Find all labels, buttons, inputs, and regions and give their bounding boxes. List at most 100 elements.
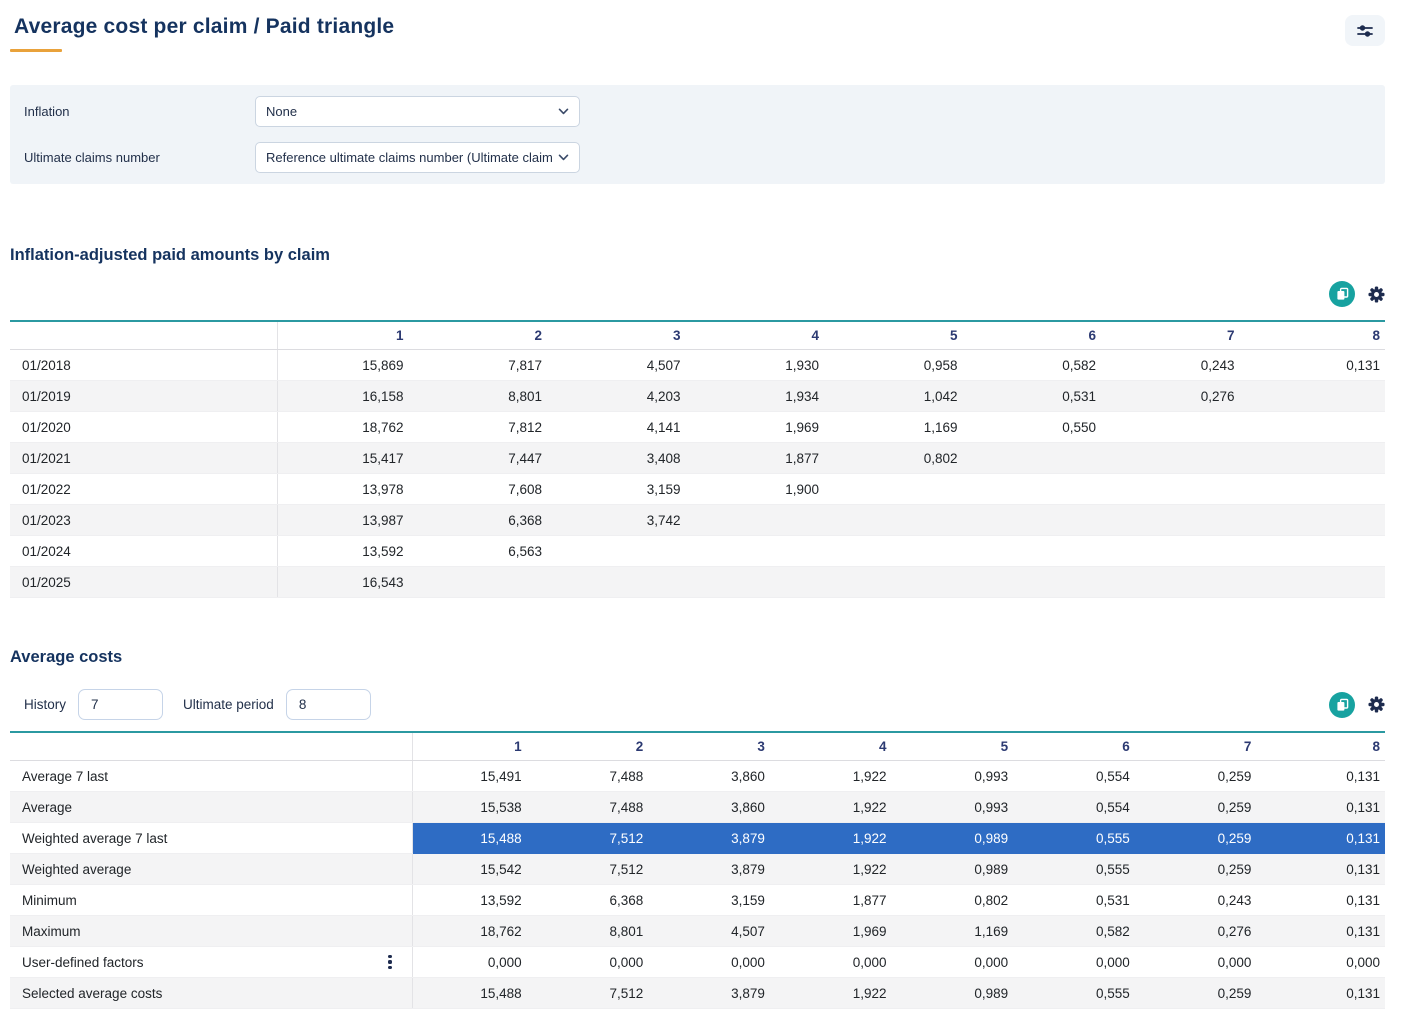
kebab-menu-icon[interactable] xyxy=(380,952,399,973)
value-cell[interactable]: 7,512 xyxy=(534,854,656,885)
value-cell[interactable]: 7,488 xyxy=(534,792,656,823)
value-cell: 1,877 xyxy=(693,443,832,474)
value-cell[interactable]: 0,131 xyxy=(1263,916,1385,947)
average-costs-row[interactable]: Selected average costs15,4887,5123,8791,… xyxy=(10,978,1385,1009)
value-cell[interactable]: 3,860 xyxy=(655,761,777,792)
value-cell: 1,969 xyxy=(693,412,832,443)
value-cell[interactable]: 0,989 xyxy=(899,978,1021,1009)
value-cell[interactable]: 0,993 xyxy=(899,792,1021,823)
value-cell[interactable]: 0,000 xyxy=(1142,947,1264,978)
row-label[interactable]: Selected average costs xyxy=(10,978,412,1009)
value-cell[interactable]: 0,582 xyxy=(1020,916,1142,947)
value-cell[interactable]: 0,131 xyxy=(1263,885,1385,916)
value-cell[interactable]: 4,507 xyxy=(655,916,777,947)
value-cell: 0,958 xyxy=(831,350,970,381)
value-cell[interactable]: 0,131 xyxy=(1263,978,1385,1009)
value-cell[interactable]: 7,488 xyxy=(534,761,656,792)
row-label[interactable]: Maximum xyxy=(10,916,412,947)
value-cell[interactable]: 0,989 xyxy=(899,823,1021,854)
history-input[interactable] xyxy=(78,689,163,720)
value-cell[interactable]: 1,922 xyxy=(777,854,899,885)
row-label[interactable]: Average xyxy=(10,792,412,823)
average-costs-row[interactable]: Weighted average 7 last15,4887,5123,8791… xyxy=(10,823,1385,854)
value-cell[interactable]: 0,259 xyxy=(1142,854,1264,885)
row-label[interactable]: Average 7 last xyxy=(10,761,412,792)
value-cell[interactable]: 0,555 xyxy=(1020,823,1142,854)
value-cell[interactable]: 1,922 xyxy=(777,792,899,823)
table-settings-button[interactable] xyxy=(1368,696,1385,713)
value-cell xyxy=(1247,474,1386,505)
value-cell[interactable]: 6,368 xyxy=(534,885,656,916)
row-label[interactable]: Minimum xyxy=(10,885,412,916)
value-cell[interactable]: 7,512 xyxy=(534,978,656,1009)
copy-table-button[interactable] xyxy=(1329,692,1355,718)
value-cell[interactable]: 1,169 xyxy=(899,916,1021,947)
value-cell[interactable]: 0,259 xyxy=(1142,792,1264,823)
ultimate-claims-select[interactable]: Reference ultimate claims number (Ultima… xyxy=(255,142,580,173)
value-cell[interactable]: 15,488 xyxy=(412,978,534,1009)
value-cell[interactable]: 0,131 xyxy=(1263,792,1385,823)
value-cell: 0,243 xyxy=(1108,350,1247,381)
average-costs-row[interactable]: Average15,5387,4883,8601,9220,9930,5540,… xyxy=(10,792,1385,823)
value-cell[interactable]: 3,879 xyxy=(655,854,777,885)
value-cell[interactable]: 0,554 xyxy=(1020,761,1142,792)
row-label[interactable]: Weighted average xyxy=(10,854,412,885)
row-label[interactable]: Weighted average 7 last xyxy=(10,823,412,854)
average-costs-row[interactable]: Minimum13,5926,3683,1591,8770,8020,5310,… xyxy=(10,885,1385,916)
value-cell[interactable]: 0,000 xyxy=(899,947,1021,978)
average-costs-row[interactable]: Maximum18,7628,8014,5071,9691,1690,5820,… xyxy=(10,916,1385,947)
value-cell[interactable]: 0,993 xyxy=(899,761,1021,792)
value-cell[interactable]: 15,538 xyxy=(412,792,534,823)
row-label-column-header xyxy=(10,321,277,350)
value-cell[interactable]: 0,531 xyxy=(1020,885,1142,916)
value-cell[interactable]: 0,802 xyxy=(899,885,1021,916)
value-cell[interactable]: 1,922 xyxy=(777,978,899,1009)
value-cell[interactable]: 7,512 xyxy=(534,823,656,854)
table-settings-button[interactable] xyxy=(1368,286,1385,303)
value-cell[interactable]: 0,131 xyxy=(1263,823,1385,854)
value-cell[interactable]: 0,555 xyxy=(1020,854,1142,885)
value-cell[interactable]: 0,000 xyxy=(534,947,656,978)
value-cell[interactable]: 0,243 xyxy=(1142,885,1264,916)
value-cell[interactable]: 15,488 xyxy=(412,823,534,854)
value-cell: 13,592 xyxy=(277,536,416,567)
value-cell[interactable]: 0,000 xyxy=(412,947,534,978)
paid-triangle-table: 1234567801/201815,8697,8174,5071,9300,95… xyxy=(10,320,1385,598)
value-cell[interactable]: 1,969 xyxy=(777,916,899,947)
value-cell[interactable]: 0,259 xyxy=(1142,761,1264,792)
value-cell[interactable]: 3,159 xyxy=(655,885,777,916)
value-cell[interactable]: 1,922 xyxy=(777,761,899,792)
value-cell xyxy=(1247,567,1386,598)
value-cell[interactable]: 0,131 xyxy=(1263,854,1385,885)
value-cell[interactable]: 0,554 xyxy=(1020,792,1142,823)
value-cell[interactable]: 8,801 xyxy=(534,916,656,947)
value-cell[interactable]: 0,131 xyxy=(1263,761,1385,792)
value-cell[interactable]: 0,989 xyxy=(899,854,1021,885)
value-cell[interactable]: 0,276 xyxy=(1142,916,1264,947)
inflation-select[interactable]: None xyxy=(255,96,580,127)
value-cell[interactable]: 18,762 xyxy=(412,916,534,947)
page-settings-button[interactable] xyxy=(1345,15,1385,46)
value-cell[interactable]: 1,922 xyxy=(777,823,899,854)
average-costs-row[interactable]: User-defined factors0,0000,0000,0000,000… xyxy=(10,947,1385,978)
value-cell xyxy=(1247,443,1386,474)
value-cell[interactable]: 3,860 xyxy=(655,792,777,823)
value-cell[interactable]: 0,000 xyxy=(1020,947,1142,978)
average-costs-row[interactable]: Weighted average15,5427,5123,8791,9220,9… xyxy=(10,854,1385,885)
value-cell[interactable]: 0,259 xyxy=(1142,978,1264,1009)
value-cell[interactable]: 1,877 xyxy=(777,885,899,916)
value-cell[interactable]: 13,592 xyxy=(412,885,534,916)
value-cell[interactable]: 0,000 xyxy=(1263,947,1385,978)
value-cell[interactable]: 0,000 xyxy=(777,947,899,978)
value-cell[interactable]: 15,491 xyxy=(412,761,534,792)
value-cell[interactable]: 0,555 xyxy=(1020,978,1142,1009)
value-cell[interactable]: 3,879 xyxy=(655,978,777,1009)
copy-table-button[interactable] xyxy=(1329,281,1355,307)
value-cell[interactable]: 15,542 xyxy=(412,854,534,885)
average-costs-row[interactable]: Average 7 last15,4917,4883,8601,9220,993… xyxy=(10,761,1385,792)
ultimate-period-input[interactable] xyxy=(286,689,371,720)
row-label[interactable]: User-defined factors xyxy=(10,947,412,978)
value-cell[interactable]: 3,879 xyxy=(655,823,777,854)
value-cell[interactable]: 0,000 xyxy=(655,947,777,978)
value-cell[interactable]: 0,259 xyxy=(1142,823,1264,854)
